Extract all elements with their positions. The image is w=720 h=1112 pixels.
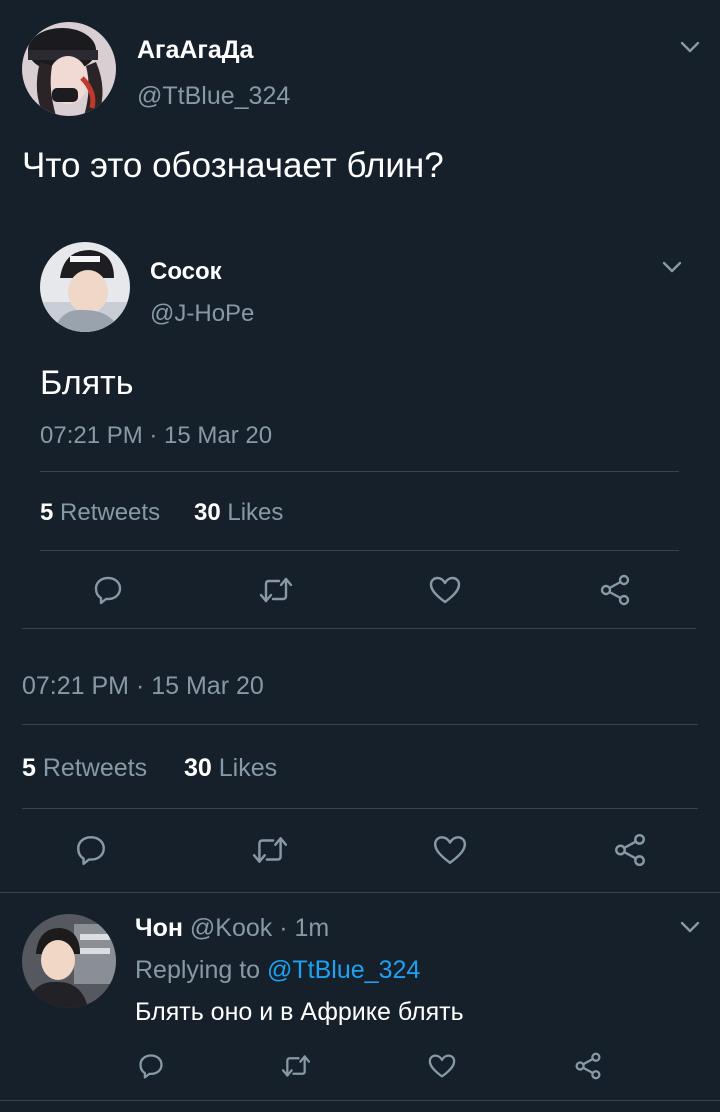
chevron-down-icon[interactable] [680,40,700,54]
main-reply-button[interactable] [70,831,112,869]
quoted-reply-button[interactable] [88,572,128,608]
main-likes-stat[interactable]: 30 Likes [184,754,277,783]
heart-icon [429,576,461,604]
retweet-icon [259,577,293,603]
heart-icon [428,1054,456,1078]
main-tweet-timestamp: 07:21 PM · 15 Mar 20 [22,672,264,700]
share-icon [575,1052,601,1080]
heart-icon [433,836,467,864]
reply-author-name[interactable]: Чон [135,914,183,942]
quoted-author-handle[interactable]: @J-HoPe [150,300,254,328]
reply-share-button[interactable] [571,1050,605,1082]
quoted-likes-stat[interactable]: 30 Likes [194,499,283,527]
avatar-image [22,914,116,1008]
likes-label: Likes [218,754,278,782]
divider [22,724,698,725]
retweets-count: 5 [40,499,54,526]
quoted-share-button[interactable] [595,572,635,608]
reply-time-ago: 1m [294,914,330,942]
divider [0,892,720,893]
likes-label: Likes [227,499,284,526]
main-share-button[interactable] [609,831,651,869]
divider [22,628,696,629]
quoted-like-button[interactable] [425,572,465,608]
quoted-tweet-text: Блять [40,364,134,402]
main-author-avatar[interactable] [22,22,116,116]
tweet-thread: АгаАгаДа @TtBlue_324 Что это обозначает … [0,0,720,1112]
share-icon [600,574,630,606]
chevron-down-icon[interactable] [662,260,682,274]
retweets-label: Retweets [42,754,148,782]
reply-like-button[interactable] [425,1050,459,1082]
replying-to-prefix: Replying to [135,956,261,984]
avatar-image [40,242,130,332]
avatar-image [22,22,116,116]
reply-author-handle[interactable]: @Kook [190,914,272,942]
main-retweets-stat[interactable]: 5 Retweets [22,754,147,783]
retweet-icon [281,1055,311,1077]
quoted-tweet-timestamp: 07:21 PM · 15 Mar 20 [40,422,273,449]
reply-separator: · [279,914,288,942]
quoted-retweet-button[interactable] [256,572,296,608]
speech-bubble-icon [77,836,105,866]
reply-author-avatar[interactable] [22,914,116,1008]
speech-bubble-icon [139,1054,163,1079]
retweet-icon [252,837,288,863]
main-retweet-button[interactable] [249,831,291,869]
quoted-retweets-stat[interactable]: 5 Retweets [40,499,160,527]
reply-header: Чон @Kook · 1m [135,914,329,943]
retweets-label: Retweets [60,499,161,526]
quoted-author-avatar[interactable] [40,242,130,332]
likes-count: 30 [184,754,212,782]
divider [40,471,679,472]
main-tweet-text: Что это обозначает блин? [22,146,444,185]
divider [40,550,679,551]
reply-retweet-button[interactable] [279,1050,313,1082]
share-icon [615,833,645,867]
main-author-name[interactable]: АгаАгаДа [137,36,253,65]
main-like-button[interactable] [429,831,471,869]
speech-bubble-icon [94,576,122,605]
reply-reply-button[interactable] [134,1050,168,1082]
likes-count: 30 [194,499,221,526]
main-author-handle[interactable]: @TtBlue_324 [137,82,290,111]
quoted-author-name[interactable]: Сосок [150,258,222,286]
divider [0,1100,720,1101]
divider [22,808,698,809]
reply-text: Блять оно и в Африке блять [135,998,464,1026]
retweets-count: 5 [22,754,36,782]
chevron-down-icon[interactable] [680,920,700,934]
replying-to-link[interactable]: @TtBlue_324 [267,956,420,984]
replying-to-line: Replying to @TtBlue_324 [135,956,420,985]
